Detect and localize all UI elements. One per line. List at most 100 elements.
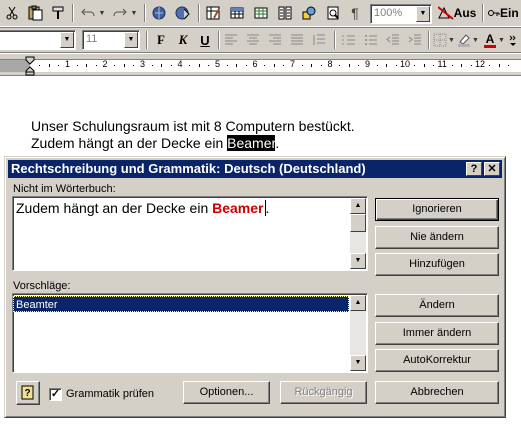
ignore-button[interactable]: Ignorieren <box>375 198 499 221</box>
document-line-2: Zudem hängt an der Decke ein Beamer. <box>31 135 279 151</box>
undo-icon[interactable] <box>78 3 98 23</box>
track-changes-button[interactable]: Aus <box>436 3 478 23</box>
font-size-combo[interactable]: 11 ▼ <box>82 30 140 50</box>
font-name-dropdown-icon[interactable]: ▼ <box>60 32 74 48</box>
horizontal-ruler[interactable]: 1 2 3 4 5 6 7 8 9 10 11 12 <box>0 54 521 76</box>
office-assistant-button[interactable]: ? <box>16 381 40 405</box>
highlight-dropdown-icon[interactable]: ▼ <box>472 30 479 50</box>
ruler-tick <box>498 64 500 67</box>
formatting-toolbar: ▼ 11 ▼ F K U ▼ ▼ A ▼ <box>0 27 521 53</box>
ruler-tick <box>273 64 275 67</box>
font-color-button[interactable]: A <box>482 30 498 50</box>
help-button[interactable]: ? <box>466 162 482 176</box>
text-scrollbar[interactable]: ▲ ▼ <box>350 198 366 269</box>
insert-table-icon[interactable] <box>228 3 246 23</box>
close-button[interactable]: ✕ <box>484 162 500 176</box>
ruler-number: 6 <box>252 59 258 69</box>
align-right-icon[interactable] <box>266 30 284 50</box>
suggestion-item[interactable]: Beamter <box>13 296 349 312</box>
autocorrect-button[interactable]: AutoKorrektur <box>375 349 499 372</box>
sentence-text: Zudem hängt an der Decke ein Beamer. <box>16 200 269 216</box>
font-size-dropdown-icon[interactable]: ▼ <box>124 32 138 48</box>
cancel-button[interactable]: Abbrechen <box>375 381 499 404</box>
line-spacing-icon[interactable] <box>310 30 328 50</box>
suggestions-scroll-down-icon[interactable]: ▼ <box>350 355 366 371</box>
svg-text:?: ? <box>24 388 30 399</box>
scroll-thumb[interactable] <box>350 214 366 232</box>
suggestions-scroll-up-icon[interactable]: ▲ <box>350 295 366 311</box>
ruler-tick <box>123 64 125 67</box>
ruler-dot <box>208 65 210 66</box>
hyperlink-icon[interactable] <box>150 3 168 23</box>
never-change-button[interactable]: Nie ändern <box>375 226 499 249</box>
scroll-down-icon[interactable]: ▼ <box>350 253 366 269</box>
font-color-dropdown-icon[interactable]: ▼ <box>498 30 505 50</box>
cut-icon[interactable] <box>4 3 20 23</box>
format-painter-icon[interactable] <box>50 3 68 23</box>
align-center-icon[interactable] <box>244 30 262 50</box>
document-line-1: Unser Schulungsraum ist mit 8 Computern … <box>31 118 355 134</box>
always-change-button[interactable]: Immer ändern <box>375 322 499 345</box>
options-button[interactable]: Optionen... <box>183 381 270 404</box>
ruler-number: 11 <box>437 59 447 69</box>
font-name-combo[interactable]: ▼ <box>0 30 76 50</box>
justify-icon[interactable] <box>288 30 306 50</box>
sentence-suffix: . <box>265 200 270 216</box>
ruler-number: 10 <box>400 59 411 69</box>
ruler-number: 4 <box>177 59 183 69</box>
redo-icon[interactable] <box>110 3 130 23</box>
italic-button[interactable]: K <box>174 30 192 50</box>
underline-button[interactable]: U <box>196 30 214 50</box>
grammar-check-label[interactable]: Grammatik prüfen <box>66 388 154 400</box>
font-color-swatch <box>484 44 496 48</box>
key-icon <box>488 10 500 16</box>
ruler-dot <box>245 65 247 66</box>
grammar-check-checkbox[interactable]: ✓ <box>49 388 62 401</box>
change-button[interactable]: Ändern <box>375 294 499 317</box>
borders-icon[interactable] <box>432 30 448 50</box>
insert-excel-icon[interactable] <box>252 3 270 23</box>
drawing-icon[interactable] <box>300 3 318 23</box>
toolbar-options-icon[interactable] <box>507 30 519 50</box>
ruler-number: 3 <box>140 59 146 69</box>
tables-borders-icon[interactable] <box>204 3 222 23</box>
ruler-tick <box>348 64 350 67</box>
borders-dropdown-icon[interactable]: ▼ <box>448 30 455 50</box>
highlight-icon[interactable] <box>456 30 472 50</box>
add-button[interactable]: Hinzufügen <box>375 253 499 276</box>
font-size-value: 11 <box>86 33 98 45</box>
document-line-2-text: Zudem hängt an der Decke ein <box>31 135 228 151</box>
ruler-dot <box>58 65 60 66</box>
paste-icon[interactable] <box>26 3 44 23</box>
dialog-titlebar[interactable]: Rechtschreibung und Grammatik: Deutsch (… <box>8 160 502 178</box>
scroll-up-icon[interactable]: ▲ <box>350 198 366 214</box>
ruler-tick <box>311 64 313 67</box>
align-left-icon[interactable] <box>222 30 240 50</box>
insert-mode-button[interactable]: Ein <box>488 3 521 23</box>
ruler-dot <box>489 65 491 66</box>
columns-icon[interactable] <box>276 3 294 23</box>
ruler-dot <box>339 65 341 66</box>
ruler-dot <box>264 65 266 66</box>
web-toolbar-icon[interactable] <box>174 3 192 23</box>
suggestions-scrollbar[interactable]: ▲ ▼ <box>350 295 366 371</box>
ruler-tick <box>461 64 463 67</box>
show-formatting-icon[interactable]: ¶ <box>346 3 364 23</box>
bold-button[interactable]: F <box>152 30 170 50</box>
numbering-icon[interactable] <box>340 30 358 50</box>
document-map-icon[interactable] <box>324 3 342 23</box>
ruler-tick <box>161 64 163 67</box>
not-in-dictionary-field[interactable]: Zudem hängt an der Decke ein Beamer. ▲ ▼ <box>12 196 368 271</box>
sentence-prefix: Zudem hängt an der Decke ein <box>16 200 213 216</box>
decrease-indent-icon[interactable] <box>384 30 402 50</box>
zoom-combo[interactable]: 100% ▼ <box>370 4 432 24</box>
suggestions-list[interactable]: Beamter ▲ ▼ <box>12 293 368 373</box>
undo-button[interactable]: Rückgängig <box>280 381 367 404</box>
selected-word: Beamer <box>227 135 276 151</box>
redo-dropdown-icon[interactable]: ▼ <box>130 3 138 23</box>
zoom-dropdown-icon[interactable]: ▼ <box>416 6 430 22</box>
undo-dropdown-icon[interactable]: ▼ <box>98 3 106 23</box>
bullets-icon[interactable] <box>362 30 380 50</box>
ruler-number: 12 <box>475 59 486 69</box>
increase-indent-icon[interactable] <box>406 30 424 50</box>
